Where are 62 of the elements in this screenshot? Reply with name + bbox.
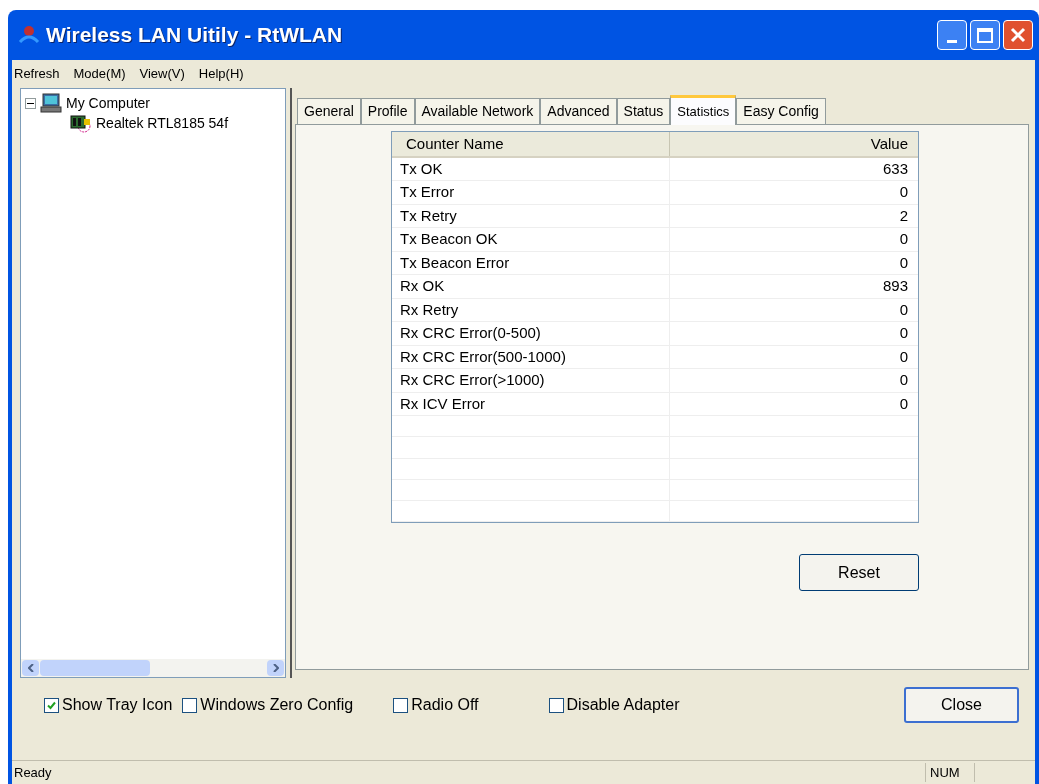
checkbox-label: Windows Zero Config	[200, 695, 354, 715]
table-cell: Rx Retry	[392, 298, 670, 322]
tab[interactable]: Status	[616, 98, 671, 124]
table-cell-text: 0	[898, 370, 909, 391]
horizontal-scrollbar[interactable]	[21, 659, 285, 677]
checkbox-label: Disable Adapter	[566, 695, 680, 715]
tab[interactable]: General	[297, 98, 361, 124]
tab[interactable]: Statistics	[670, 95, 737, 125]
status-indicator: NUM	[925, 762, 975, 783]
table-cell-text: 2	[898, 205, 909, 226]
checkbox[interactable]	[44, 697, 59, 713]
checkbox[interactable]	[548, 697, 564, 713]
checkbox[interactable]	[393, 697, 409, 713]
table-cell: Rx CRC Error(500-1000)	[392, 345, 670, 369]
tree-item[interactable]: Realtek RTL8185 54f	[96, 112, 229, 134]
status-message: Ready	[13, 763, 53, 782]
column-header[interactable]: Counter Name	[392, 132, 670, 156]
checkbox[interactable]	[182, 697, 198, 713]
close-icon	[1010, 27, 1026, 43]
table-cell-text: 0	[898, 299, 909, 320]
table-cell-text: 633	[881, 158, 909, 179]
reset-button[interactable]: Reset	[799, 554, 919, 591]
table-cell-text: 0	[898, 229, 909, 250]
table-cell: Rx CRC Error(>1000)	[392, 369, 670, 392]
table-cell-text: 893	[881, 276, 909, 297]
tab[interactable]: Easy Config	[736, 98, 826, 124]
maximize-button[interactable]	[970, 20, 1000, 50]
table-cell-text: 0	[898, 323, 909, 344]
tab[interactable]: Advanced	[540, 98, 617, 124]
computer-icon	[40, 93, 62, 113]
tab[interactable]: Profile	[360, 98, 415, 124]
table-cell-text: 0	[898, 252, 909, 273]
network-card-icon	[70, 113, 92, 133]
minimize-button[interactable]	[937, 20, 967, 50]
table-cell-text: 0	[898, 393, 909, 414]
table-cell: Tx Beacon Error	[392, 251, 670, 275]
table-cell: Rx OK	[392, 275, 670, 298]
close-button[interactable]: Close	[904, 687, 1019, 723]
table-cell: Rx ICV Error	[392, 392, 670, 416]
table-cell: Rx CRC Error(0-500)	[392, 322, 670, 345]
checkbox-label: Show Tray Icon	[62, 695, 173, 715]
menu-item[interactable]: Refresh	[14, 64, 60, 84]
tab[interactable]: Available Network	[414, 98, 541, 124]
app-icon	[18, 24, 40, 46]
table-cell: Tx Beacon OK	[392, 228, 670, 251]
table-cell: Tx Retry	[392, 204, 670, 228]
scroll-left-icon[interactable]	[22, 660, 39, 676]
menu-item[interactable]: Help(H)	[198, 64, 244, 84]
collapse-toggle[interactable]	[25, 97, 36, 109]
close-window-button[interactable]	[1003, 20, 1033, 50]
checkbox-label: Radio Off	[411, 695, 479, 715]
table-cell: Tx Error	[392, 181, 670, 204]
menu-item[interactable]: View(V)	[139, 64, 185, 84]
window-title: Wireless LAN Uitily - RtWLAN	[46, 22, 343, 49]
table-cell-text: 0	[898, 346, 909, 367]
menu-item[interactable]: Mode(M)	[73, 64, 126, 84]
column-header[interactable]: Value	[670, 132, 918, 156]
tree-item[interactable]: My Computer	[66, 92, 151, 114]
table-cell-text: 0	[898, 182, 909, 203]
scroll-thumb[interactable]	[40, 660, 150, 676]
scroll-right-icon[interactable]	[267, 660, 284, 676]
table-cell: Tx OK	[392, 157, 670, 181]
